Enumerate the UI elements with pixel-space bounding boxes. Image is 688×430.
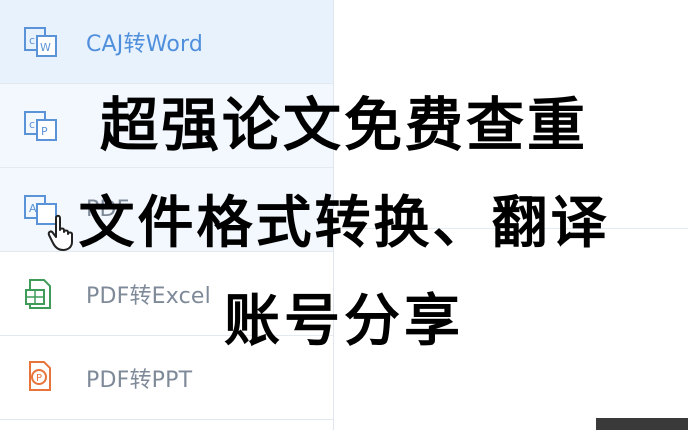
svg-text:W: W (40, 41, 51, 54)
svg-text:P: P (36, 373, 42, 384)
sidebar-item-label: CAJ转Word (86, 31, 204, 57)
svg-text:P: P (41, 125, 48, 138)
sidebar-item-caj-to-word[interactable]: c W CAJ转Word (0, 0, 333, 84)
content-panel (334, 0, 688, 430)
pdf-to-excel-icon (25, 279, 51, 309)
divider (334, 228, 688, 229)
svg-text:c: c (29, 118, 35, 131)
sidebar-item-caj-to-pdf[interactable]: c P (0, 84, 333, 168)
taskbar-edge (596, 418, 688, 430)
sidebar-item-label: PDF (86, 197, 130, 222)
sidebar-item-pdf-to-excel[interactable]: PDF转Excel (0, 252, 333, 336)
caj-to-word-icon: c W (24, 27, 57, 57)
sidebar-item-pdf-to-ppt[interactable]: P PDF转PPT (0, 336, 333, 420)
pdf-to-ppt-icon: P (29, 361, 51, 391)
hand-cursor-icon (47, 214, 73, 251)
svg-text:A: A (29, 202, 37, 215)
svg-text:c: c (29, 34, 35, 47)
sidebar-item-label: PDF转PPT (86, 367, 193, 393)
sidebar-item-label: PDF转Excel (86, 283, 211, 309)
caj-to-pdf-icon: c P (24, 111, 57, 141)
